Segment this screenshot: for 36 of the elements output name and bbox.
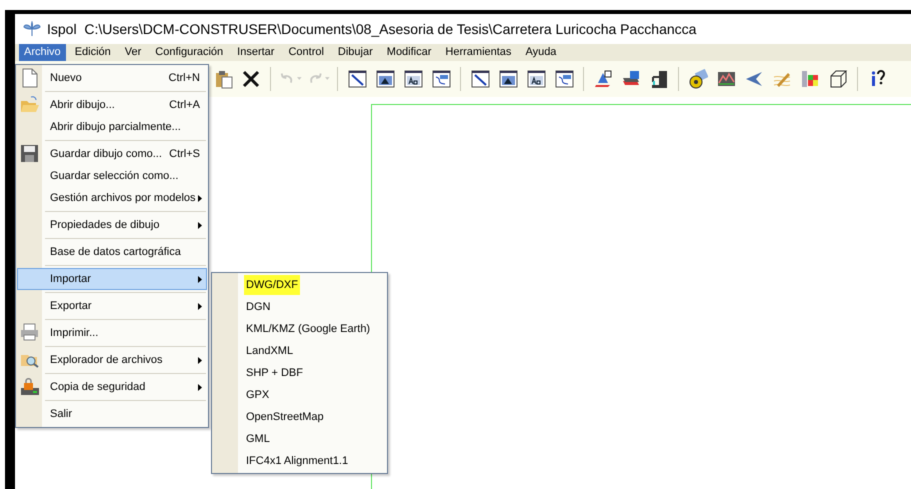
- menu-item[interactable]: Herramientas: [440, 44, 516, 61]
- window-title: Ispol C:\Users\DCM-CONSTRUSER\Documents\08_Asesoria de Tesis\Carretera Luricocha Pacchancca: [47, 20, 696, 39]
- menu-item[interactable]: Base de datos cartográfica: [17, 241, 207, 263]
- app-logo-icon: [23, 21, 41, 37]
- menu-item[interactable]: Nuevo Ctrl+N: [17, 67, 207, 89]
- menu-item[interactable]: Imprimir...: [17, 322, 207, 344]
- menu-item[interactable]: Ver: [120, 44, 146, 61]
- menu-item[interactable]: Abrir dibujo... Ctrl+A: [17, 94, 207, 116]
- menu-item[interactable]: DGN: [246, 298, 270, 316]
- menu-item[interactable]: Configuración: [150, 44, 228, 61]
- menu-item[interactable]: Archivo: [19, 44, 66, 61]
- menu-item[interactable]: Guardar dibujo como... Ctrl+S: [17, 143, 207, 165]
- menu-item[interactable]: DWG/DXF: [244, 274, 300, 296]
- menu-item[interactable]: KML/KMZ (Google Earth): [246, 320, 370, 338]
- menu-item[interactable]: GPX: [246, 386, 270, 404]
- menu-item[interactable]: GML: [246, 430, 270, 448]
- menu-item[interactable]: Propiedades de dibujo: [17, 214, 207, 236]
- menu-item[interactable]: Dibujar: [332, 44, 378, 61]
- menu-item[interactable]: Edición: [70, 44, 116, 61]
- menu-item[interactable]: Exportar: [17, 295, 207, 317]
- menu-item[interactable]: Ayuda: [520, 44, 562, 61]
- menu-item[interactable]: Modificar: [382, 44, 436, 61]
- menu-item[interactable]: OpenStreetMap: [246, 408, 324, 426]
- menu-item[interactable]: Abrir dibujo parcialmente...: [17, 116, 207, 138]
- menu-item[interactable]: Control: [283, 44, 329, 61]
- menu-item[interactable]: LandXML: [246, 342, 294, 360]
- menu-item[interactable]: SHP + DBF: [246, 364, 303, 382]
- menu-item[interactable]: Insertar: [232, 44, 280, 61]
- menu-item[interactable]: Gestión archivos por modelos: [17, 187, 207, 209]
- menu-item[interactable]: Salir: [17, 403, 207, 425]
- menu-item[interactable]: IFC4x1 Alignment1.1: [246, 452, 348, 470]
- menu-item[interactable]: Guardar selección como...: [17, 165, 207, 187]
- menu-item[interactable]: Explorador de archivos: [17, 349, 207, 371]
- menu-item[interactable]: Importar: [17, 268, 207, 290]
- padlock-drive-icon: [19, 376, 41, 398]
- menu-item[interactable]: Copia de seguridad: [17, 376, 207, 398]
